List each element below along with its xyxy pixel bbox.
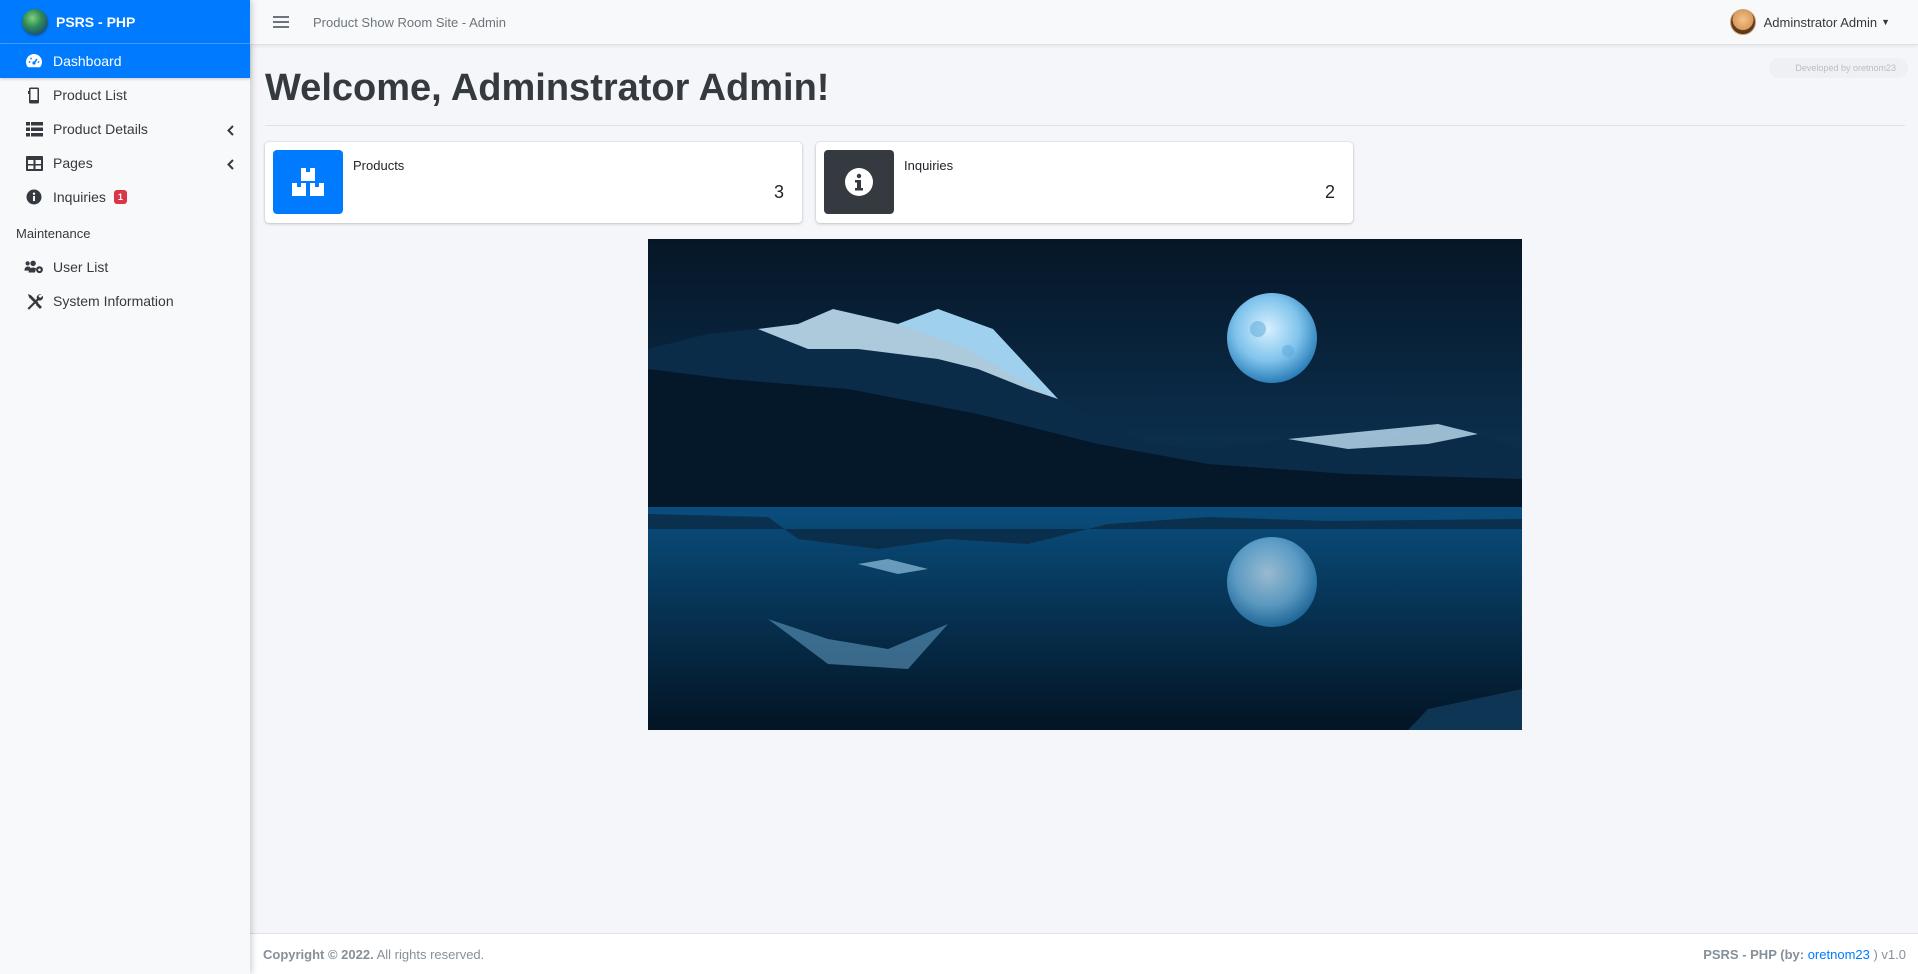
night-lake-image	[648, 239, 1522, 730]
sidebar-nav: Dashboard Product List Product Details P…	[0, 44, 250, 214]
sidebar-item-label: User List	[53, 259, 109, 275]
sidebar: PSRS - PHP Dashboard Product List Produc…	[0, 0, 250, 974]
sidebar-item-product-list[interactable]: Product List	[0, 78, 250, 112]
sidebar-item-label: Inquiries	[53, 189, 106, 205]
footer-app-info: PSRS - PHP (by: oretnom23 ) v1.0	[1703, 947, 1906, 962]
users-cog-icon	[24, 257, 44, 277]
site-title: Product Show Room Site - Admin	[313, 14, 506, 30]
sidebar-maintenance-nav: User List System Information	[0, 250, 250, 318]
stat-cards: Products 3 Inquiries 2	[265, 142, 1905, 223]
boxes-icon	[273, 150, 343, 214]
sidebar-item-system-information[interactable]: System Information	[0, 284, 250, 318]
table-icon	[24, 153, 44, 173]
caret-down-icon: ▼	[1881, 17, 1890, 27]
products-card: Products 3	[265, 142, 802, 223]
dashboard-icon	[24, 51, 44, 71]
chevron-left-icon	[227, 123, 234, 139]
brand-link[interactable]: PSRS - PHP	[0, 0, 250, 44]
inquiries-card: Inquiries 2	[816, 142, 1353, 223]
chevron-left-icon	[227, 157, 234, 173]
sidebar-item-user-list[interactable]: User List	[0, 250, 250, 284]
inquiries-badge: 1	[113, 190, 127, 204]
sidebar-item-label: Product Details	[53, 121, 148, 137]
sidebar-item-label: Dashboard	[53, 53, 122, 69]
page-title: Welcome, Adminstrator Admin!	[265, 67, 830, 109]
card-value: 2	[1324, 182, 1335, 202]
brand-name: PSRS - PHP	[56, 13, 136, 30]
app-prefix: PSRS - PHP (by:	[1703, 946, 1805, 962]
author-link[interactable]: oretnom23	[1808, 947, 1870, 962]
divider	[265, 125, 1905, 126]
card-label: Inquiries	[904, 158, 954, 173]
sidebar-section-header: Maintenance	[16, 226, 91, 241]
sidebar-item-product-details[interactable]: Product Details	[0, 112, 250, 146]
sidebar-item-label: Product List	[53, 87, 127, 103]
sidebar-item-label: System Information	[53, 293, 174, 309]
version-text: ) v1.0	[1873, 946, 1906, 962]
menu-toggle-icon[interactable]	[273, 13, 289, 31]
footer: Copyright © 2022. All rights reserved. P…	[250, 933, 1918, 974]
user-dropdown[interactable]: Adminstrator Admin ▼	[1729, 9, 1890, 35]
rights-text: All rights reserved.	[376, 946, 485, 962]
sidebar-item-inquiries[interactable]: Inquiries 1	[0, 180, 250, 214]
user-name: Adminstrator Admin	[1763, 14, 1878, 30]
card-label: Products	[353, 158, 405, 173]
card-value: 3	[773, 182, 784, 202]
sidebar-item-dashboard[interactable]: Dashboard	[0, 44, 250, 78]
main-content: Welcome, Adminstrator Admin! Products 3 …	[265, 45, 1905, 730]
sidebar-item-label: Pages	[53, 155, 93, 171]
list-icon	[24, 119, 44, 139]
top-navbar: Product Show Room Site - Admin Adminstra…	[250, 0, 1918, 45]
info-icon	[24, 187, 44, 207]
avatar	[1729, 9, 1756, 35]
sidebar-item-pages[interactable]: Pages	[0, 146, 250, 180]
tools-icon	[24, 291, 44, 311]
info-circle-icon	[824, 150, 894, 214]
footer-copyright: Copyright © 2022. All rights reserved.	[263, 947, 484, 962]
brand-logo-icon	[22, 8, 48, 35]
copyright-text: Copyright © 2022.	[263, 946, 374, 962]
image-carousel: ‹ ›	[648, 239, 1522, 730]
mobile-icon	[24, 85, 44, 105]
